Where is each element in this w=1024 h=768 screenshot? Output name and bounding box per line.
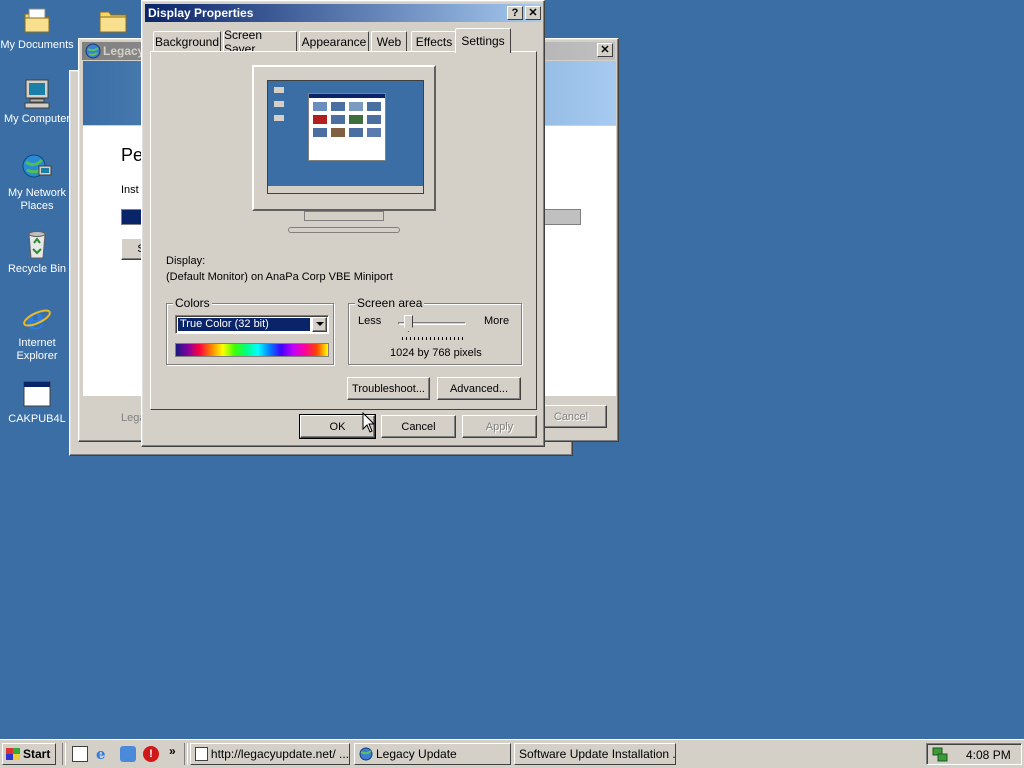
start-button[interactable]: Start	[2, 743, 56, 765]
preview-window	[308, 93, 386, 161]
tab-effects[interactable]: Effects	[411, 31, 457, 52]
my-computer-icon	[21, 78, 53, 110]
desktop-icon-my-computer[interactable]: My Computer	[0, 78, 74, 126]
chevron-down-icon	[315, 322, 324, 326]
colors-label: Colors	[173, 296, 212, 310]
desktop-icon-internet-explorer[interactable]: e Internet Explorer	[0, 302, 74, 363]
desktop-icon-label: Internet Explorer	[16, 337, 58, 362]
desktop-icon-cakpub4l[interactable]: CAKPUB4L	[0, 378, 74, 426]
show-desktop-icon[interactable]	[72, 746, 88, 762]
taskbar-divider	[184, 743, 188, 765]
screen-area-slider-ticks	[402, 337, 464, 340]
tab-web[interactable]: Web	[371, 31, 407, 52]
outlook-express-icon[interactable]	[120, 746, 136, 762]
desktop-icon-my-documents[interactable]: My Documents	[0, 4, 74, 52]
desktop-icon-label: CAKPUB4L	[8, 413, 66, 425]
screen-area-more: More	[484, 315, 510, 327]
stop-icon[interactable]: !	[143, 746, 159, 762]
quicklaunch-chevron[interactable]: »	[169, 744, 176, 758]
monitor-stand-neck	[304, 211, 384, 221]
desktop-icon-label: My Documents	[0, 39, 74, 51]
network-places-icon	[21, 152, 53, 184]
monitor-stand-base	[288, 227, 400, 233]
display-properties-dialog[interactable]: Display Properties ? ✕ Background Screen…	[141, 0, 545, 447]
screen-area-value: 1024 by 768 pixels	[390, 347, 482, 359]
legacy-window-title: Legacy	[103, 44, 145, 58]
task-legacyupdate-net[interactable]: http://legacyupdate.net/ ...	[190, 743, 350, 765]
ie-quicklaunch-icon[interactable]: e	[96, 746, 112, 762]
cancel-button[interactable]: Cancel	[381, 415, 456, 438]
screen-area-label: Screen area	[355, 296, 425, 310]
tab-settings[interactable]: Settings	[455, 28, 511, 53]
close-icon: ✕	[528, 7, 538, 19]
ie-page-icon	[195, 747, 208, 761]
my-documents-icon	[21, 4, 53, 36]
preview-desktop-icons	[274, 87, 284, 137]
dialog-titlebar[interactable]: Display Properties	[145, 4, 541, 22]
tray-clock: 4:08 PM	[966, 748, 1011, 762]
close-button[interactable]: ✕	[525, 6, 541, 20]
internet-explorer-icon: e	[21, 302, 53, 337]
tab-background[interactable]: Background	[153, 31, 221, 52]
help-button[interactable]: ?	[507, 6, 523, 20]
apply-button[interactable]: Apply	[462, 415, 537, 438]
folder-icon	[97, 4, 129, 36]
task-legacy-update[interactable]: Legacy Update	[354, 743, 511, 765]
quicklaunch-divider	[62, 743, 66, 765]
advanced-button[interactable]: Advanced...	[437, 377, 521, 400]
monitor-preview	[252, 65, 436, 211]
legacy-install-text: Inst	[121, 184, 139, 196]
tab-screen-saver[interactable]: Screen Saver	[223, 28, 297, 56]
recycle-bin-icon	[21, 228, 53, 260]
globe-icon	[359, 747, 373, 761]
colors-selected-value: True Color (32 bit)	[177, 317, 311, 332]
screen-area-less: Less	[358, 315, 382, 327]
dialog-title: Display Properties	[148, 6, 254, 20]
windows-logo-icon	[6, 748, 20, 760]
tab-appearance[interactable]: Appearance	[299, 31, 369, 52]
display-adapter-text: (Default Monitor) on AnaPa Corp VBE Mini…	[166, 271, 393, 283]
legacy-cancel-button[interactable]: Cancel	[535, 405, 607, 428]
desktop-icon-recycle-bin[interactable]: Recycle Bin	[0, 228, 74, 276]
globe-icon	[85, 43, 101, 59]
preview-taskbar	[268, 186, 423, 193]
desktop-icon-label: Recycle Bin	[7, 263, 67, 275]
troubleshoot-button[interactable]: Troubleshoot...	[347, 377, 430, 400]
colors-select[interactable]: True Color (32 bit)	[175, 315, 329, 334]
display-label: Display:	[166, 255, 206, 267]
desktop-icon-label: My Network Places	[7, 187, 67, 212]
application-icon	[21, 378, 53, 410]
legacy-heading: Pe	[121, 145, 144, 165]
tray-network-icon[interactable]	[932, 746, 948, 762]
color-spectrum-bar	[175, 343, 329, 357]
task-software-update-installation[interactable]: Software Update Installation ...	[514, 743, 676, 765]
desktop-icon-folder[interactable]	[76, 4, 150, 39]
mouse-cursor	[362, 412, 376, 433]
desktop-icon-network-places[interactable]: My Network Places	[0, 152, 74, 213]
desktop-icon-label: My Computer	[3, 113, 71, 125]
legacy-close-button[interactable]: ✕	[597, 43, 613, 57]
colors-dropdown-button[interactable]	[312, 317, 327, 332]
monitor-screen	[267, 80, 424, 194]
